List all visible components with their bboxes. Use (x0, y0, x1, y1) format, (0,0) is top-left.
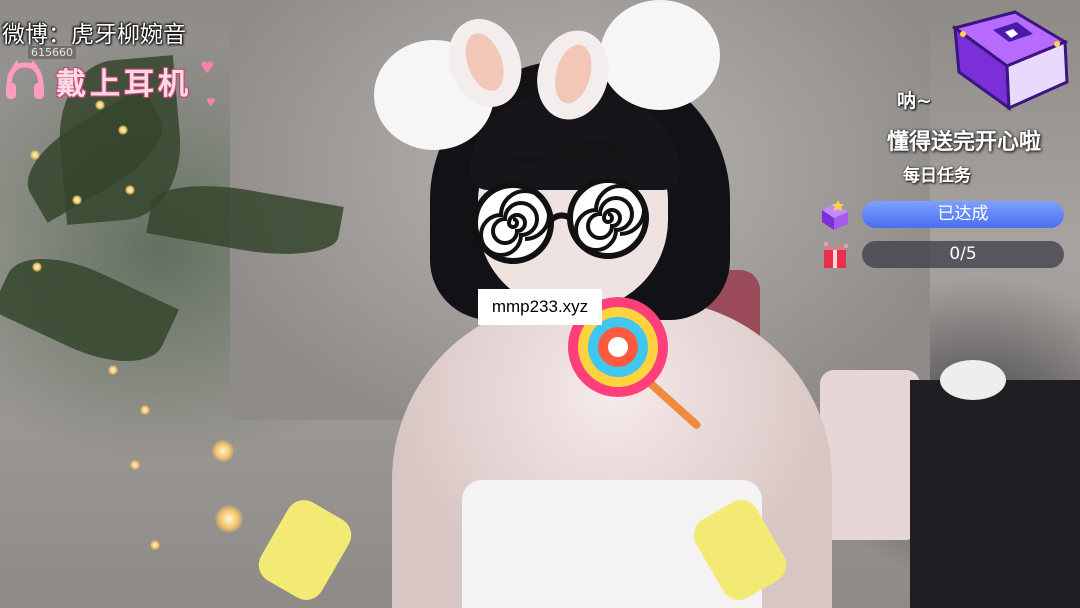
fairy-light (150, 540, 160, 550)
microphone-left (252, 493, 358, 607)
fairy-light (125, 185, 135, 195)
fairy-light (108, 365, 118, 375)
side-table (910, 380, 1080, 608)
daily-task-title: 每日任务 (903, 166, 971, 186)
fairy-light (130, 460, 140, 470)
eyebrow-right (560, 140, 630, 180)
fairy-light (30, 150, 40, 160)
plant-leaf (0, 237, 179, 383)
fairy-light (118, 125, 128, 135)
lamp (940, 360, 1006, 400)
task-progress[interactable]: 0/5 (862, 241, 1064, 268)
purple-gift-book-icon[interactable] (945, 8, 1073, 112)
pink-headphone-icon (6, 60, 44, 99)
heart-icon: ♥ (200, 58, 215, 77)
fairy-light (32, 262, 42, 272)
headset-tip: 戴上耳机 (4, 58, 192, 104)
task-message: 懂得送完开心啦 (887, 130, 1042, 155)
red-gift-icon (824, 242, 848, 268)
spiral-glasses-sticker (472, 178, 649, 264)
site-watermark: mmp233.xyz (478, 289, 602, 325)
task-status-completed[interactable]: 已达成 (862, 201, 1064, 228)
purple-gift-icon (822, 200, 848, 230)
heart-icon: ♥ (206, 96, 216, 109)
fairy-light (212, 440, 234, 462)
fairy-light (72, 195, 82, 205)
weibo-label: 微博：虎牙柳婉音 (2, 22, 186, 48)
headset-label: 戴上耳机 (56, 67, 192, 102)
fairy-light (215, 505, 243, 533)
cat-ear-right (600, 0, 720, 110)
fairy-light (140, 405, 150, 415)
exclaim-text: 呐~ (897, 90, 932, 112)
pillow (820, 370, 920, 540)
